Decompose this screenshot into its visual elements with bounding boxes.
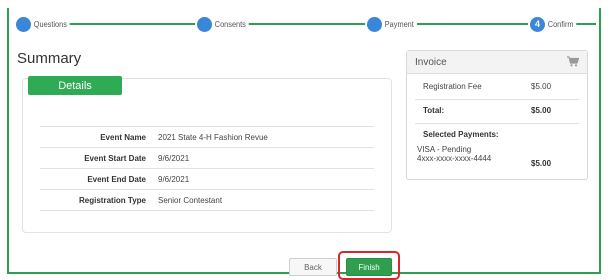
row-key: Registration Type	[40, 189, 152, 211]
invoice-divider	[415, 99, 579, 100]
step-questions[interactable]: Questions	[16, 16, 73, 32]
table-row: Event Name 2021 State 4-H Fashion Revue	[40, 126, 374, 148]
fee-amount: $5.00	[531, 82, 552, 91]
details-tab[interactable]: Details	[28, 76, 122, 95]
table-row: Registration Type Senior Contestant	[40, 189, 374, 211]
row-key: Event Start Date	[40, 147, 152, 169]
table-row: Event End Date 9/6/2021	[40, 168, 374, 190]
cart-icon	[567, 56, 579, 67]
page-title: Summary	[17, 50, 82, 67]
row-value: 9/6/2021	[152, 168, 374, 190]
card-number: 4xxx-xxxx-xxxx-4444	[417, 154, 492, 163]
row-value: 9/6/2021	[152, 147, 374, 169]
total-amount: $5.00	[531, 106, 552, 115]
step-dot-consents	[197, 16, 212, 32]
step-dot-confirm: 4	[530, 16, 545, 32]
progress-line	[14, 23, 596, 25]
row-key: Event Name	[40, 126, 152, 148]
payment-method: VISA - Pending	[417, 145, 472, 154]
step-payment[interactable]: Payment	[367, 16, 420, 32]
step-label-payment: Payment	[382, 19, 417, 29]
row-key: Event End Date	[40, 168, 152, 190]
invoice-header: Invoice	[407, 51, 587, 74]
invoice-panel: Invoice Registration Fee $5.00 Total: $5…	[406, 50, 588, 180]
progress-steps: Questions Consents Payment 4 Confirm	[0, 0, 610, 40]
payment-amount: $5.00	[531, 159, 552, 168]
step-dot-questions	[16, 16, 31, 32]
finish-highlight	[338, 251, 400, 280]
row-value: 2021 State 4-H Fashion Revue	[152, 126, 374, 148]
step-label-confirm: Confirm	[545, 19, 577, 29]
step-label-questions: Questions	[31, 19, 70, 29]
total-label: Total:	[423, 106, 445, 115]
step-label-consents: Consents	[212, 19, 249, 29]
details-table: Event Name 2021 State 4-H Fashion Revue …	[40, 126, 374, 211]
step-consents[interactable]: Consents	[197, 16, 252, 32]
selected-payments-label: Selected Payments:	[423, 130, 499, 139]
back-button[interactable]: Back	[289, 258, 337, 276]
step-dot-payment	[367, 16, 382, 32]
invoice-divider	[415, 123, 579, 124]
fee-label: Registration Fee	[423, 82, 482, 91]
invoice-title: Invoice	[415, 56, 447, 68]
step-confirm[interactable]: 4 Confirm	[530, 16, 579, 32]
table-row: Event Start Date 9/6/2021	[40, 147, 374, 169]
row-value: Senior Contestant	[152, 189, 374, 211]
